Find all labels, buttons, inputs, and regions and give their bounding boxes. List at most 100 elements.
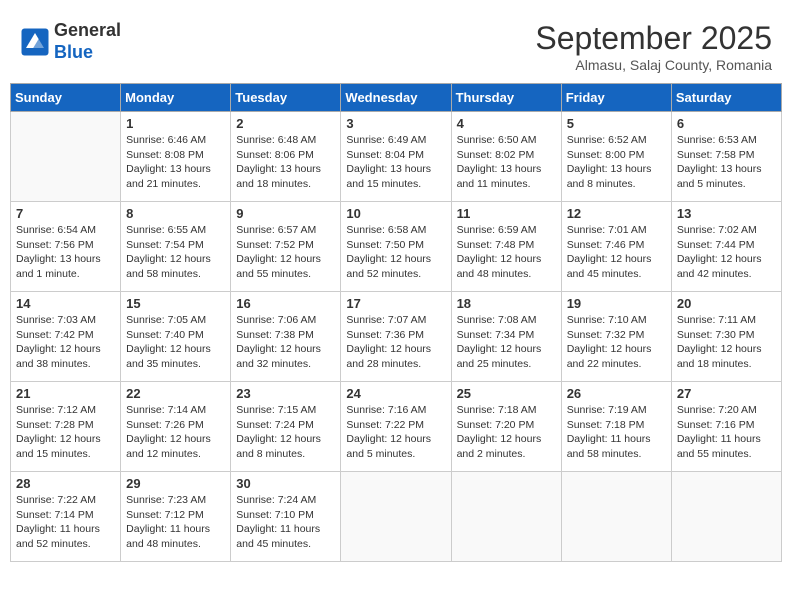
calendar-cell: 26 Sunrise: 7:19 AM Sunset: 7:18 PM Dayli… <box>561 382 671 472</box>
day-info: Sunrise: 7:20 AM Sunset: 7:16 PM Dayligh… <box>677 403 776 462</box>
calendar-week-row: 28 Sunrise: 7:22 AM Sunset: 7:14 PM Dayli… <box>11 472 782 562</box>
day-info: Sunrise: 6:49 AM Sunset: 8:04 PM Dayligh… <box>346 133 445 192</box>
calendar-cell: 2 Sunrise: 6:48 AM Sunset: 8:06 PM Daylig… <box>231 112 341 202</box>
day-number: 21 <box>16 386 115 401</box>
calendar-cell: 8 Sunrise: 6:55 AM Sunset: 7:54 PM Daylig… <box>121 202 231 292</box>
day-info: Sunrise: 6:55 AM Sunset: 7:54 PM Dayligh… <box>126 223 225 282</box>
day-number: 10 <box>346 206 445 221</box>
calendar-cell: 10 Sunrise: 6:58 AM Sunset: 7:50 PM Dayli… <box>341 202 451 292</box>
day-number: 17 <box>346 296 445 311</box>
calendar-header-wednesday: Wednesday <box>341 84 451 112</box>
day-info: Sunrise: 6:59 AM Sunset: 7:48 PM Dayligh… <box>457 223 556 282</box>
day-number: 30 <box>236 476 335 491</box>
day-number: 3 <box>346 116 445 131</box>
day-info: Sunrise: 7:16 AM Sunset: 7:22 PM Dayligh… <box>346 403 445 462</box>
day-info: Sunrise: 6:58 AM Sunset: 7:50 PM Dayligh… <box>346 223 445 282</box>
day-info: Sunrise: 7:14 AM Sunset: 7:26 PM Dayligh… <box>126 403 225 462</box>
page-header: General Blue September 2025 Almasu, Sala… <box>10 10 782 78</box>
day-info: Sunrise: 7:24 AM Sunset: 7:10 PM Dayligh… <box>236 493 335 552</box>
day-number: 15 <box>126 296 225 311</box>
calendar-header-tuesday: Tuesday <box>231 84 341 112</box>
calendar-table: SundayMondayTuesdayWednesdayThursdayFrid… <box>10 83 782 562</box>
calendar-cell <box>341 472 451 562</box>
calendar-cell: 27 Sunrise: 7:20 AM Sunset: 7:16 PM Dayli… <box>671 382 781 472</box>
day-number: 24 <box>346 386 445 401</box>
day-number: 6 <box>677 116 776 131</box>
day-number: 25 <box>457 386 556 401</box>
calendar-header-sunday: Sunday <box>11 84 121 112</box>
calendar-header-monday: Monday <box>121 84 231 112</box>
day-number: 16 <box>236 296 335 311</box>
calendar-header-friday: Friday <box>561 84 671 112</box>
calendar-cell <box>451 472 561 562</box>
calendar-week-row: 1Sunrise: 6:46 AM Sunset: 8:08 PM Daylig… <box>11 112 782 202</box>
day-number: 11 <box>457 206 556 221</box>
day-info: Sunrise: 6:57 AM Sunset: 7:52 PM Dayligh… <box>236 223 335 282</box>
day-number: 13 <box>677 206 776 221</box>
day-number: 8 <box>126 206 225 221</box>
calendar-cell: 18Sunrise: 7:08 AM Sunset: 7:34 PM Dayli… <box>451 292 561 382</box>
calendar-cell: 23 Sunrise: 7:15 AM Sunset: 7:24 PM Dayli… <box>231 382 341 472</box>
title-area: September 2025 Almasu, Salaj County, Rom… <box>535 20 772 73</box>
month-title: September 2025 <box>535 20 772 57</box>
calendar-cell: 24 Sunrise: 7:16 AM Sunset: 7:22 PM Dayli… <box>341 382 451 472</box>
day-info: Sunrise: 7:05 AM Sunset: 7:40 PM Dayligh… <box>126 313 225 372</box>
day-info: Sunrise: 7:23 AM Sunset: 7:12 PM Dayligh… <box>126 493 225 552</box>
day-info: Sunrise: 6:52 AM Sunset: 8:00 PM Dayligh… <box>567 133 666 192</box>
calendar-cell: 12Sunrise: 7:01 AM Sunset: 7:46 PM Dayli… <box>561 202 671 292</box>
calendar-cell: 16Sunrise: 7:06 AM Sunset: 7:38 PM Dayli… <box>231 292 341 382</box>
day-number: 20 <box>677 296 776 311</box>
day-number: 12 <box>567 206 666 221</box>
calendar-cell: 9 Sunrise: 6:57 AM Sunset: 7:52 PM Daylig… <box>231 202 341 292</box>
day-info: Sunrise: 6:54 AM Sunset: 7:56 PM Dayligh… <box>16 223 115 282</box>
calendar-week-row: 14 Sunrise: 7:03 AM Sunset: 7:42 PM Dayli… <box>11 292 782 382</box>
day-number: 26 <box>567 386 666 401</box>
calendar-cell: 3 Sunrise: 6:49 AM Sunset: 8:04 PM Daylig… <box>341 112 451 202</box>
calendar-cell: 21 Sunrise: 7:12 AM Sunset: 7:28 PM Dayli… <box>11 382 121 472</box>
logo-text: General Blue <box>54 20 121 63</box>
calendar-cell: 29 Sunrise: 7:23 AM Sunset: 7:12 PM Dayli… <box>121 472 231 562</box>
calendar-cell: 15 Sunrise: 7:05 AM Sunset: 7:40 PM Dayli… <box>121 292 231 382</box>
calendar-cell: 14 Sunrise: 7:03 AM Sunset: 7:42 PM Dayli… <box>11 292 121 382</box>
calendar-cell <box>671 472 781 562</box>
day-number: 19 <box>567 296 666 311</box>
calendar-cell: 7 Sunrise: 6:54 AM Sunset: 7:56 PM Daylig… <box>11 202 121 292</box>
calendar-week-row: 7 Sunrise: 6:54 AM Sunset: 7:56 PM Daylig… <box>11 202 782 292</box>
day-number: 9 <box>236 206 335 221</box>
day-number: 7 <box>16 206 115 221</box>
calendar-cell: 28 Sunrise: 7:22 AM Sunset: 7:14 PM Dayli… <box>11 472 121 562</box>
calendar-header-saturday: Saturday <box>671 84 781 112</box>
logo-icon <box>20 27 50 57</box>
day-number: 29 <box>126 476 225 491</box>
day-number: 4 <box>457 116 556 131</box>
day-info: Sunrise: 7:12 AM Sunset: 7:28 PM Dayligh… <box>16 403 115 462</box>
day-number: 23 <box>236 386 335 401</box>
day-info: Sunrise: 6:48 AM Sunset: 8:06 PM Dayligh… <box>236 133 335 192</box>
calendar-cell: 1Sunrise: 6:46 AM Sunset: 8:08 PM Daylig… <box>121 112 231 202</box>
day-number: 28 <box>16 476 115 491</box>
day-number: 14 <box>16 296 115 311</box>
calendar-cell: 11 Sunrise: 6:59 AM Sunset: 7:48 PM Dayli… <box>451 202 561 292</box>
day-number: 22 <box>126 386 225 401</box>
calendar-cell: 20Sunrise: 7:11 AM Sunset: 7:30 PM Dayli… <box>671 292 781 382</box>
day-info: Sunrise: 7:19 AM Sunset: 7:18 PM Dayligh… <box>567 403 666 462</box>
day-info: Sunrise: 7:03 AM Sunset: 7:42 PM Dayligh… <box>16 313 115 372</box>
calendar-cell: 13Sunrise: 7:02 AM Sunset: 7:44 PM Dayli… <box>671 202 781 292</box>
location: Almasu, Salaj County, Romania <box>535 57 772 73</box>
day-number: 5 <box>567 116 666 131</box>
calendar-cell: 30 Sunrise: 7:24 AM Sunset: 7:10 PM Dayli… <box>231 472 341 562</box>
day-info: Sunrise: 7:15 AM Sunset: 7:24 PM Dayligh… <box>236 403 335 462</box>
day-info: Sunrise: 7:22 AM Sunset: 7:14 PM Dayligh… <box>16 493 115 552</box>
day-number: 1 <box>126 116 225 131</box>
calendar-cell: 17Sunrise: 7:07 AM Sunset: 7:36 PM Dayli… <box>341 292 451 382</box>
calendar-cell: 6Sunrise: 6:53 AM Sunset: 7:58 PM Daylig… <box>671 112 781 202</box>
calendar-cell: 5 Sunrise: 6:52 AM Sunset: 8:00 PM Daylig… <box>561 112 671 202</box>
calendar-header-thursday: Thursday <box>451 84 561 112</box>
day-number: 27 <box>677 386 776 401</box>
calendar-week-row: 21 Sunrise: 7:12 AM Sunset: 7:28 PM Dayli… <box>11 382 782 472</box>
day-number: 2 <box>236 116 335 131</box>
day-number: 18 <box>457 296 556 311</box>
calendar-cell: 19Sunrise: 7:10 AM Sunset: 7:32 PM Dayli… <box>561 292 671 382</box>
calendar-cell: 22 Sunrise: 7:14 AM Sunset: 7:26 PM Dayli… <box>121 382 231 472</box>
day-info: Sunrise: 7:18 AM Sunset: 7:20 PM Dayligh… <box>457 403 556 462</box>
